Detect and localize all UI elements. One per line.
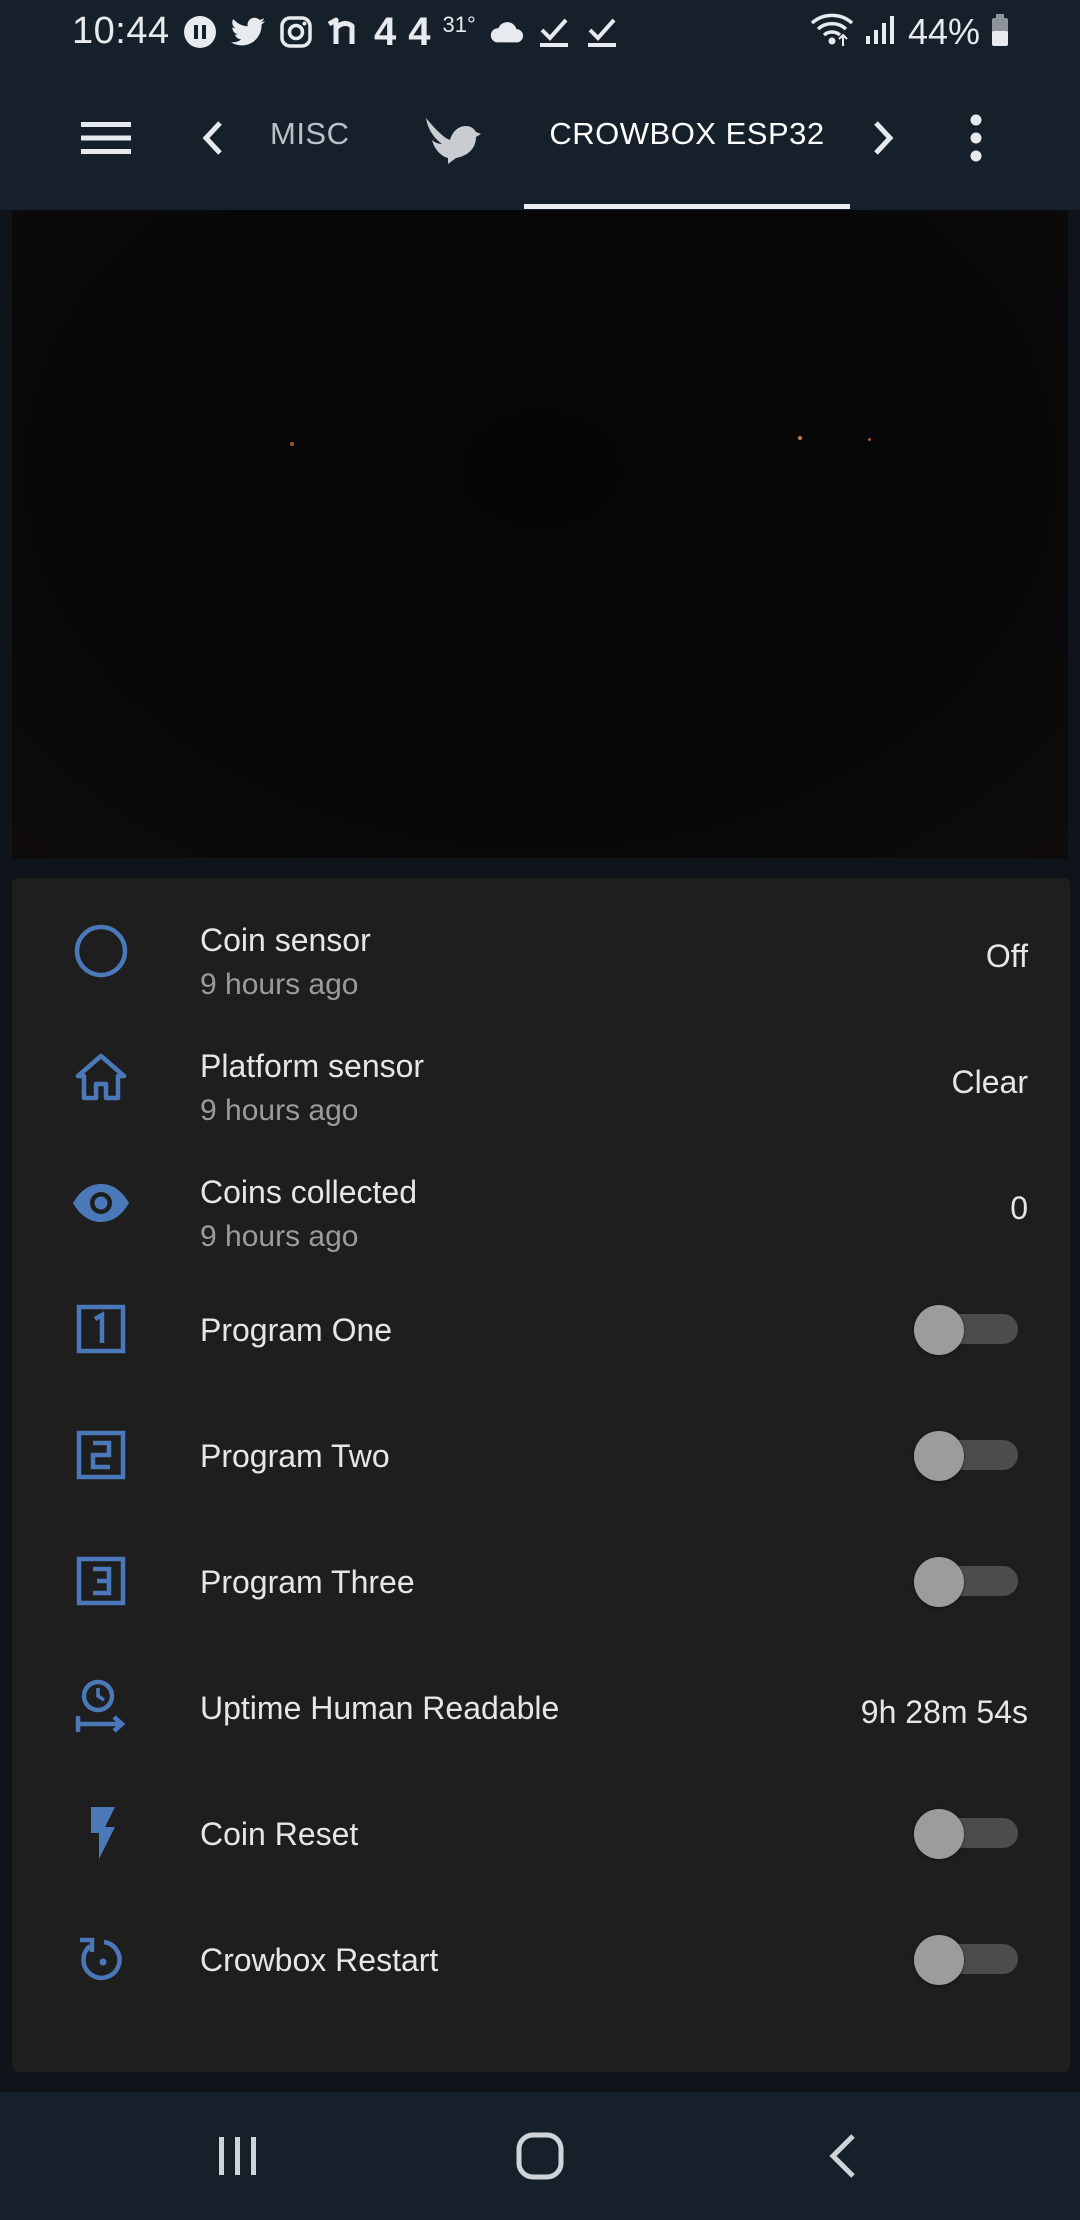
wifi-icon (810, 13, 854, 52)
crowbox-restart-toggle[interactable] (914, 1935, 1018, 1985)
entity-row-coin-reset[interactable]: Coin Reset (12, 1770, 1070, 1896)
checkmark-download-icon-2 (584, 14, 620, 50)
program-one-toggle[interactable] (914, 1305, 1018, 1355)
program-two-toggle[interactable] (914, 1431, 1018, 1481)
notification-icons: 4 4 31° (182, 8, 620, 56)
entity-row-uptime[interactable]: Uptime Human Readable 9h 28m 54s (12, 1644, 1070, 1770)
home-icon (70, 1046, 132, 1108)
menu-button[interactable] (72, 104, 140, 172)
flash-icon (70, 1802, 132, 1864)
weather-temp: 31° (442, 12, 476, 37)
entity-row-coins-collected[interactable]: Coins collected 9 hours ago 0 (12, 1140, 1070, 1266)
entity-state: 9h 28m 54s (860, 1694, 1028, 1730)
camera-feed[interactable] (12, 210, 1068, 858)
entity-last-changed: 9 hours ago (200, 1094, 359, 1127)
camera-light-speck (868, 438, 871, 441)
scroll-tabs-right-button[interactable] (858, 104, 910, 172)
entity-name: Uptime Human Readable (200, 1690, 560, 1726)
signal-icon (864, 14, 898, 51)
recent-apps-icon (219, 2137, 256, 2175)
system-nav-bar (0, 2092, 1080, 2220)
entity-state: Clear (951, 1064, 1028, 1100)
restart-icon (70, 1928, 132, 1990)
camera-light-speck (290, 442, 294, 446)
entity-row-program-one[interactable]: Program One (12, 1266, 1070, 1392)
entity-name: Program Three (200, 1564, 415, 1600)
screen: 10:44 4 4 31° 44% MISC CROWBOX ESP32 Coi… (0, 0, 1080, 2220)
back-chevron-icon (829, 2134, 855, 2178)
n-app-icon (326, 14, 362, 50)
back-button[interactable] (806, 2122, 878, 2190)
entity-name: Coin Reset (200, 1816, 359, 1852)
active-tab-indicator (524, 204, 850, 209)
status-time: 10:44 (72, 10, 170, 52)
entity-name: Program Two (200, 1438, 390, 1474)
more-vertical-icon (970, 114, 982, 162)
tab-crowbox-esp32[interactable]: CROWBOX ESP32 (524, 116, 850, 152)
entity-row-platform-sensor[interactable]: Platform sensor 9 hours ago Clear (12, 1014, 1070, 1140)
chevron-right-icon (874, 121, 894, 155)
twitter-icon (230, 14, 266, 50)
scroll-tabs-left-button[interactable] (186, 104, 238, 172)
entity-row-program-three[interactable]: Program Three (12, 1518, 1070, 1644)
entities-card: Coin sensor 9 hours ago Off Platform sen… (12, 878, 1070, 2072)
app-bar: MISC CROWBOX ESP32 (0, 64, 1080, 210)
entity-row-coin-sensor[interactable]: Coin sensor 9 hours ago Off (12, 888, 1070, 1014)
entity-row-crowbox-restart[interactable]: Crowbox Restart (12, 1896, 1070, 2022)
entity-state: Off (985, 938, 1028, 974)
program-three-toggle[interactable] (914, 1557, 1018, 1607)
numeric-3-box-icon (70, 1550, 132, 1612)
entity-name: Program One (200, 1312, 393, 1348)
chevron-left-icon (202, 121, 222, 155)
home-button[interactable] (504, 2122, 576, 2190)
clock-arrow-icon (70, 1676, 132, 1738)
cloud-icon (488, 14, 524, 50)
entity-name: Platform sensor (200, 1048, 425, 1084)
overflow-menu-button[interactable] (950, 104, 1002, 172)
eye-icon (70, 1172, 132, 1234)
notification-count-2: 4 (408, 10, 431, 54)
entity-state: 0 (1010, 1190, 1028, 1226)
numeric-2-box-icon (70, 1424, 132, 1486)
home-outline-icon (516, 2132, 564, 2180)
instagram-icon (278, 14, 314, 50)
pause-notification-icon (182, 14, 218, 50)
tab-bird[interactable] (422, 110, 482, 166)
circle-outline-icon (70, 920, 132, 982)
tab-misc[interactable]: MISC (270, 116, 350, 152)
system-status-icons: 44% (810, 8, 1010, 56)
battery-icon (990, 13, 1010, 52)
entity-last-changed: 9 hours ago (200, 968, 359, 1001)
hamburger-menu-icon (81, 122, 131, 154)
checkmark-download-icon-1 (536, 14, 572, 50)
coin-reset-toggle[interactable] (914, 1809, 1018, 1859)
camera-light-speck (798, 436, 802, 440)
status-bar: 10:44 4 4 31° 44% (0, 0, 1080, 64)
numeric-1-box-icon (70, 1298, 132, 1360)
entity-name: Coin sensor (200, 922, 371, 958)
entity-last-changed: 9 hours ago (200, 1220, 359, 1253)
entity-name: Crowbox Restart (200, 1942, 439, 1978)
recent-apps-button[interactable] (202, 2122, 274, 2190)
bird-icon (426, 118, 481, 164)
entity-row-program-two[interactable]: Program Two (12, 1392, 1070, 1518)
battery-percent: 44% (907, 11, 980, 52)
notification-count-1: 4 (374, 10, 397, 54)
entity-name: Coins collected (200, 1174, 417, 1210)
